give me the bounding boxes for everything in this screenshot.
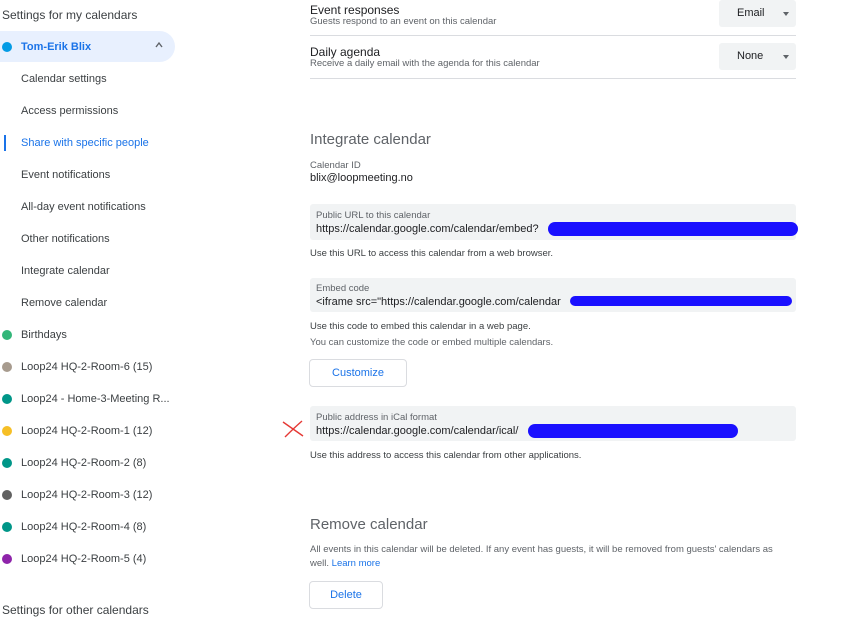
- dropdown-arrow-icon: [783, 12, 789, 16]
- event-responses-select[interactable]: Email: [719, 0, 796, 27]
- customize-button[interactable]: Customize: [309, 359, 407, 387]
- sidebar-calendar-item[interactable]: Loop24 - Home-3-Meeting R...: [21, 393, 170, 405]
- sidebar-calendar-item[interactable]: Loop24 HQ-2-Room-2 (8): [21, 457, 146, 469]
- ical-address-label: Public address in iCal format: [316, 412, 437, 423]
- embed-code-label: Embed code: [316, 283, 370, 294]
- integrate-calendar-title: Integrate calendar: [310, 131, 431, 148]
- calendar-color-dot: [2, 42, 12, 52]
- event-responses-value: Email: [737, 7, 765, 19]
- embed-customize-help: You can customize the code or embed mult…: [310, 337, 554, 348]
- public-url-value: https://calendar.google.com/calendar/emb…: [316, 223, 539, 235]
- calendar-color-dot: [2, 458, 12, 468]
- calendar-color-dot: [2, 362, 12, 372]
- sidebar-calendar-item[interactable]: Birthdays: [21, 329, 67, 341]
- sidebar-calendar-item[interactable]: Loop24 HQ-2-Room-1 (12): [21, 425, 152, 437]
- redaction-scribble: [570, 296, 792, 306]
- daily-agenda-title: Daily agenda: [310, 45, 381, 59]
- daily-agenda-value: None: [737, 50, 764, 62]
- sidebar-item-calendar-settings[interactable]: Calendar settings: [21, 73, 107, 85]
- event-responses-subtitle: Guests respond to an event on this calen…: [310, 16, 497, 27]
- public-url-help: Use this URL to access this calendar fro…: [310, 248, 554, 259]
- my-calendars-header: Settings for my calendars: [2, 8, 138, 22]
- remove-calendar-description-cont: well. Learn more: [310, 558, 380, 569]
- embed-code-help: Use this code to embed this calendar in …: [310, 321, 531, 332]
- daily-agenda-select[interactable]: None: [719, 43, 796, 70]
- calendar-id-value: blix@loopmeeting.no: [310, 172, 413, 184]
- chevron-up-icon[interactable]: [155, 41, 163, 49]
- dropdown-arrow-icon: [783, 55, 789, 59]
- delete-button[interactable]: Delete: [309, 581, 383, 609]
- calendar-color-dot: [2, 426, 12, 436]
- remove-calendar-title: Remove calendar: [310, 516, 428, 533]
- sidebar-item-access-permissions[interactable]: Access permissions: [21, 105, 118, 117]
- selected-indicator: [4, 135, 6, 151]
- sidebar-calendar-item[interactable]: Loop24 HQ-2-Room-3 (12): [21, 489, 152, 501]
- remove-calendar-description: All events in this calendar will be dele…: [310, 544, 773, 555]
- calendar-color-dot: [2, 394, 12, 404]
- sidebar-item-remove-calendar[interactable]: Remove calendar: [21, 297, 107, 309]
- sidebar-item-other-notifications[interactable]: Other notifications: [21, 233, 110, 245]
- sidebar-item-all-day-event-notifications[interactable]: All-day event notifications: [21, 201, 146, 213]
- sidebar-item-integrate-calendar[interactable]: Integrate calendar: [21, 265, 110, 277]
- calendar-color-dot: [2, 554, 12, 564]
- calendar-color-dot: [2, 490, 12, 500]
- ical-address-value: https://calendar.google.com/calendar/ica…: [316, 425, 519, 437]
- public-url-label: Public URL to this calendar: [316, 210, 431, 221]
- calendar-color-dot: [2, 330, 12, 340]
- remove-text-end: well.: [310, 558, 330, 569]
- sidebar-item-event-notifications[interactable]: Event notifications: [21, 169, 110, 181]
- event-responses-title: Event responses: [310, 3, 400, 17]
- calendar-color-dot: [2, 522, 12, 532]
- sidebar-calendar-item[interactable]: Loop24 HQ-2-Room-5 (4): [21, 553, 146, 565]
- sidebar-calendar-item[interactable]: Loop24 HQ-2-Room-6 (15): [21, 361, 152, 373]
- daily-agenda-subtitle: Receive a daily email with the agenda fo…: [310, 58, 540, 69]
- active-calendar-name: Tom-Erik Blix: [21, 41, 92, 53]
- divider: [310, 35, 796, 36]
- sidebar-calendar-item[interactable]: Loop24 HQ-2-Room-4 (8): [21, 521, 146, 533]
- divider: [310, 78, 796, 79]
- other-calendars-header: Settings for other calendars: [2, 603, 149, 617]
- redaction-scribble: [528, 424, 738, 438]
- red-x-annotation-icon: [282, 420, 304, 438]
- embed-code-value: <iframe src="https://calendar.google.com…: [316, 296, 561, 308]
- sidebar-item-share-with-specific-people[interactable]: Share with specific people: [21, 137, 149, 149]
- redaction-scribble: [548, 222, 798, 236]
- calendar-id-label: Calendar ID: [310, 160, 361, 171]
- learn-more-link[interactable]: Learn more: [332, 558, 381, 569]
- ical-address-help: Use this address to access this calendar…: [310, 450, 582, 461]
